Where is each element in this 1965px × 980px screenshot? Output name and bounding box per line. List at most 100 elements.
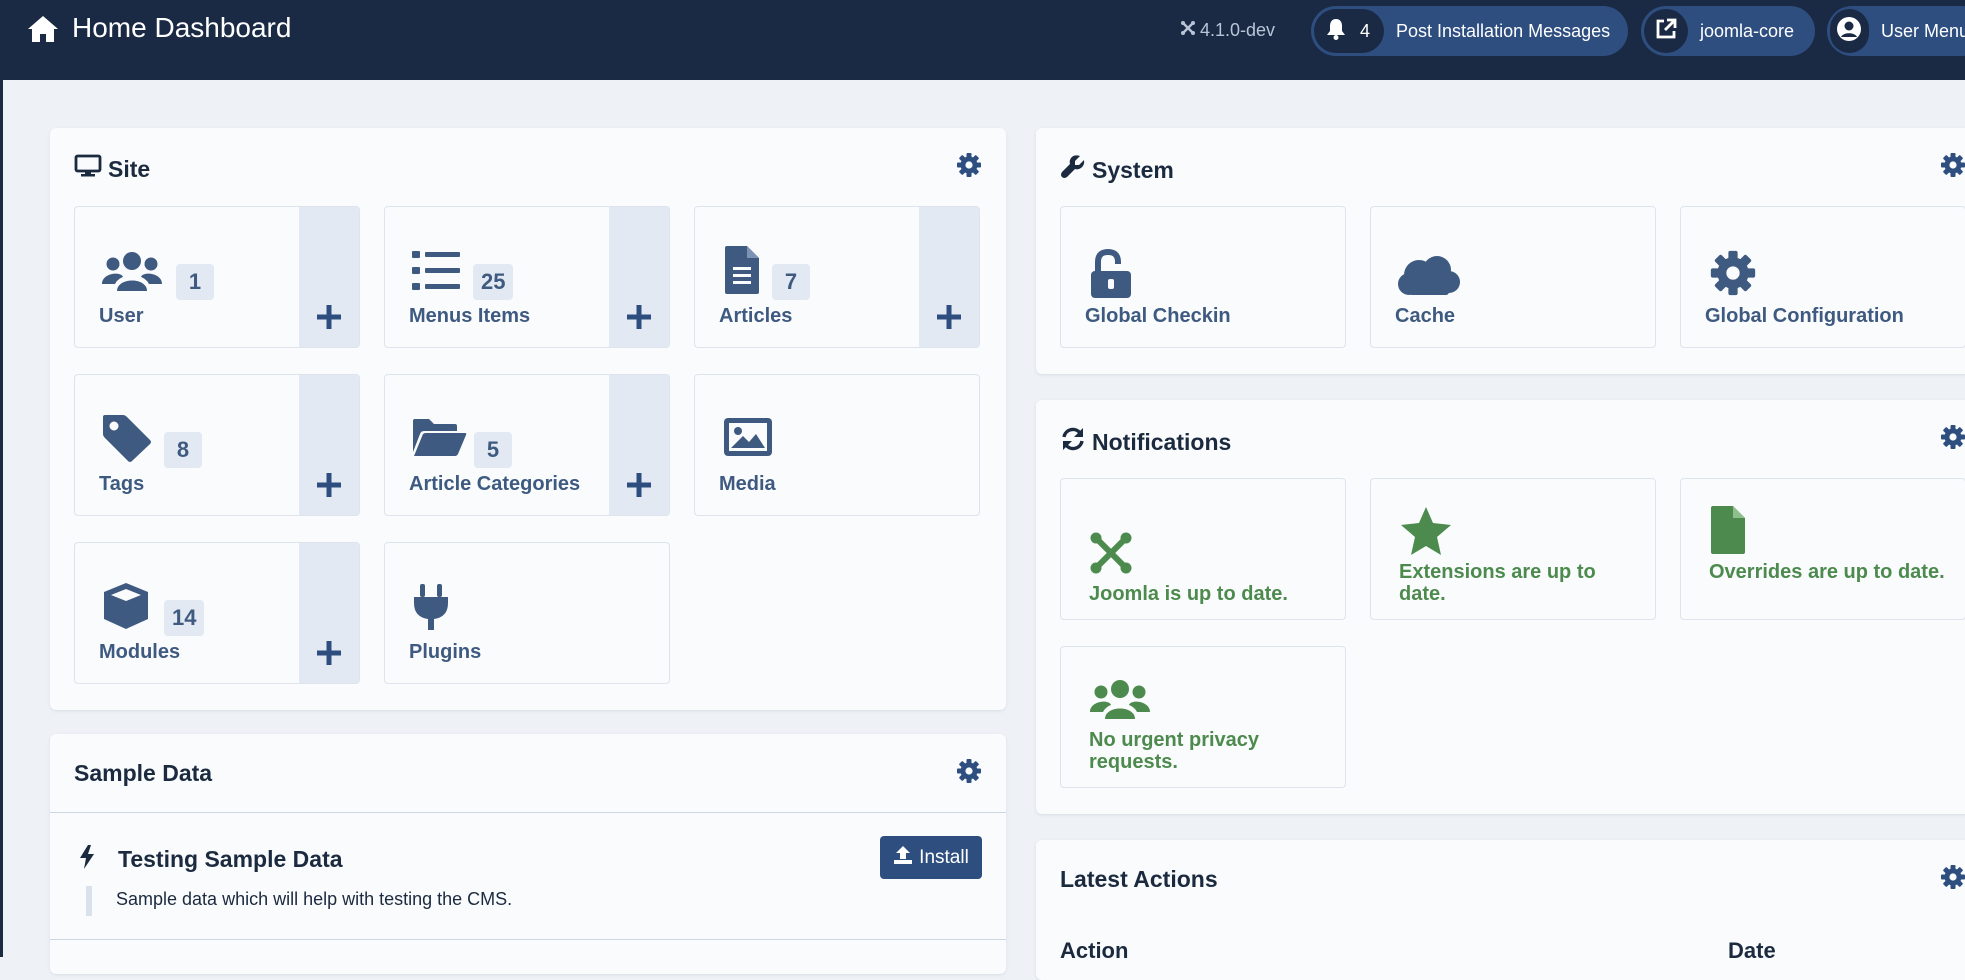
tile-menus-items-label: Menus Items (409, 305, 531, 327)
notification-count: 4 (1360, 20, 1371, 41)
notifications-card-title: Notifications (1060, 426, 1231, 458)
add-menu-item-button[interactable] (609, 207, 669, 347)
tile-global-checkin-label: Global Checkin (1085, 305, 1231, 327)
system-options-gear-icon[interactable] (1940, 152, 1965, 183)
latest-actions-card-title: Latest Actions (1060, 866, 1218, 892)
wrench-icon (1060, 154, 1086, 186)
version-text: 4.1.0-dev (1200, 20, 1276, 40)
description-bar (86, 886, 92, 916)
plug-icon (411, 583, 451, 636)
version-info: 4.1.0-dev (1180, 20, 1275, 41)
site-card-title: Site (74, 154, 150, 184)
tags-count-badge: 8 (164, 432, 202, 468)
site-options-gear-icon[interactable] (956, 152, 982, 183)
unlock-icon (1089, 248, 1133, 304)
plus-icon (625, 471, 653, 504)
install-button[interactable]: Install (880, 836, 982, 879)
add-article-button[interactable] (919, 207, 979, 347)
notification-joomla-update[interactable]: Joomla is up to date. (1060, 478, 1346, 620)
tile-plugins-label: Plugins (409, 641, 482, 663)
system-card: System Global Checkin Cache Global Confi… (1036, 128, 1965, 374)
home-icon[interactable] (26, 14, 60, 49)
tile-global-configuration-label: Global Configuration (1705, 305, 1904, 327)
plus-icon (625, 303, 653, 336)
column-header-action[interactable]: Action (1060, 938, 1128, 964)
divider-bottom (50, 939, 1006, 940)
latest-actions-card: Latest Actions Action Date (1036, 840, 1965, 980)
joomla-logo-icon (1180, 20, 1196, 41)
bolt-icon (78, 844, 96, 875)
notification-privacy-requests[interactable]: No urgent privacy requests. (1060, 646, 1346, 788)
tile-articles[interactable]: 7 Articles (694, 206, 980, 348)
user-menu-button[interactable]: User Menu (1827, 6, 1965, 56)
testing-sample-data-title: Testing Sample Data (118, 846, 343, 872)
users-green-icon (1089, 677, 1151, 726)
users-icon (101, 249, 163, 298)
tile-article-categories[interactable]: 5 Article Categories (384, 374, 670, 516)
plus-icon (935, 303, 963, 336)
joomla-update-label: Joomla is up to date. (1089, 583, 1288, 605)
tile-tags[interactable]: 8 Tags (74, 374, 360, 516)
notification-count-pill: 4 (1314, 9, 1385, 53)
system-card-title: System (1060, 154, 1174, 186)
site-card: Site 1 User 25 Menus Items 7 Articles 8 … (50, 128, 1006, 710)
cog-icon (1709, 249, 1757, 302)
monitor-icon (74, 154, 102, 184)
upload-icon (893, 845, 913, 871)
page-title: Home Dashboard (72, 12, 292, 43)
tile-modules-label: Modules (99, 641, 181, 663)
plus-icon (315, 639, 343, 672)
tile-global-checkin[interactable]: Global Checkin (1060, 206, 1346, 348)
tile-menus-items[interactable]: 25 Menus Items (384, 206, 670, 348)
tile-modules[interactable]: 14 Modules (74, 542, 360, 684)
tile-plugins[interactable]: Plugins (384, 542, 670, 684)
tile-cache[interactable]: Cache (1370, 206, 1656, 348)
tag-icon (101, 413, 153, 468)
latest-actions-options-gear-icon[interactable] (1940, 864, 1965, 895)
post-installation-messages-label: Post Installation Messages (1396, 20, 1611, 41)
top-header: Home Dashboard 4.1.0-dev 4 Post Installa… (0, 0, 1965, 80)
overrides-update-label: Overrides are up to date. (1709, 561, 1945, 583)
privacy-requests-label: No urgent privacy requests. (1089, 729, 1260, 773)
modules-count-badge: 14 (164, 600, 205, 636)
external-link-icon (1654, 17, 1678, 46)
notifications-options-gear-icon[interactable] (1940, 424, 1965, 455)
sample-data-card: Sample Data Testing Sample Data Sample d… (50, 734, 1006, 974)
user-circle (1830, 9, 1869, 53)
list-icon (411, 249, 461, 298)
menus-items-count-badge: 25 (473, 264, 514, 300)
tile-global-configuration[interactable]: Global Configuration (1680, 206, 1965, 348)
joomla-icon (1089, 531, 1133, 580)
tile-user-label: User (99, 305, 144, 327)
tile-media[interactable]: Media (694, 374, 980, 516)
divider (50, 812, 1006, 813)
user-avatar-icon (1836, 16, 1862, 47)
user-menu-label: User Menu (1880, 20, 1965, 41)
sample-data-options-gear-icon[interactable] (956, 758, 982, 789)
plus-icon (315, 471, 343, 504)
add-tag-button[interactable] (299, 375, 359, 515)
file-icon (1709, 505, 1747, 560)
tile-article-categories-label: Article Categories (409, 473, 581, 495)
folder-open-icon (411, 417, 467, 462)
add-user-button[interactable] (299, 207, 359, 347)
add-module-button[interactable] (299, 543, 359, 683)
article-categories-count-badge: 5 (474, 432, 512, 468)
notification-extensions-update[interactable]: Extensions are up to date. (1370, 478, 1656, 620)
external-link-circle (1644, 9, 1688, 53)
notification-overrides-update[interactable]: Overrides are up to date. (1680, 478, 1965, 620)
notifications-card: Notifications Joomla is up to date. Exte… (1036, 400, 1965, 814)
bell-icon (1326, 18, 1346, 45)
tile-media-label: Media (719, 473, 776, 495)
site-link-label: joomla-core (1700, 20, 1795, 41)
site-link-button[interactable]: joomla-core (1641, 6, 1815, 56)
add-category-button[interactable] (609, 375, 669, 515)
articles-count-badge: 7 (772, 264, 810, 300)
tile-user[interactable]: 1 User (74, 206, 360, 348)
install-label: Install (919, 846, 969, 868)
plus-icon (315, 303, 343, 336)
column-header-date[interactable]: Date (1728, 938, 1776, 964)
user-count-badge: 1 (176, 264, 214, 300)
post-installation-messages-button[interactable]: 4 Post Installation Messages (1311, 6, 1628, 56)
document-icon (723, 245, 761, 300)
